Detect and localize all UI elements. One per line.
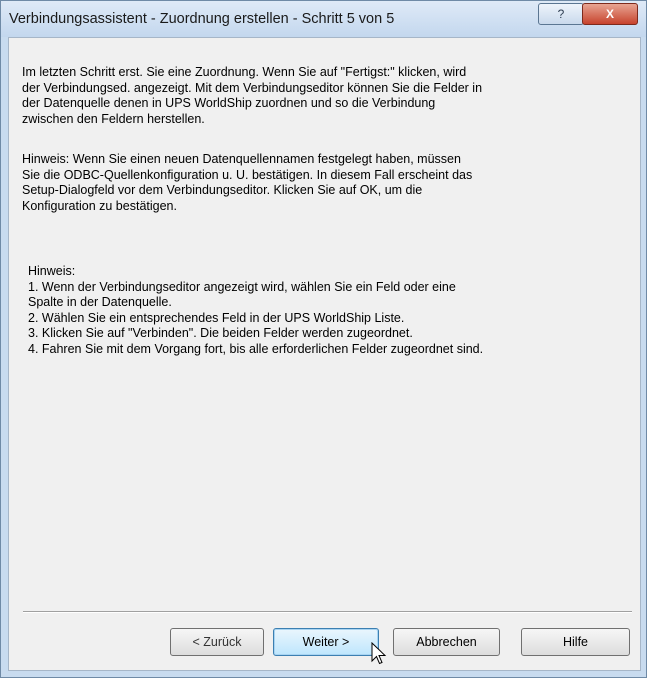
steps-hint: Hinweis: 1. Wenn der Verbindungseditor a… [28,264,484,356]
mouse-cursor-icon [371,642,387,665]
cancel-button[interactable]: Abbrechen [393,628,500,656]
title-close-button[interactable]: X [582,3,638,25]
back-button[interactable]: < Zurück [170,628,264,656]
title-bar: Verbindungsassistent - Zuordnung erstell… [1,1,646,37]
dialog-body: Im letzten Schritt erst. Sie eine Zuordn… [8,37,641,671]
separator-highlight [23,612,632,613]
next-button[interactable]: Weiter > [273,628,379,656]
help-button[interactable]: Hilfe [521,628,630,656]
odbc-hint-paragraph: Hinweis: Wenn Sie einen neuen Datenquell… [22,152,473,213]
question-icon: ? [557,7,565,21]
window-title: Verbindungsassistent - Zuordnung erstell… [9,11,395,27]
title-help-button[interactable]: ? [538,3,584,25]
wizard-window: Verbindungsassistent - Zuordnung erstell… [0,0,647,678]
intro-paragraph: Im letzten Schritt erst. Sie eine Zuordn… [22,65,483,126]
close-icon: X [605,7,614,21]
